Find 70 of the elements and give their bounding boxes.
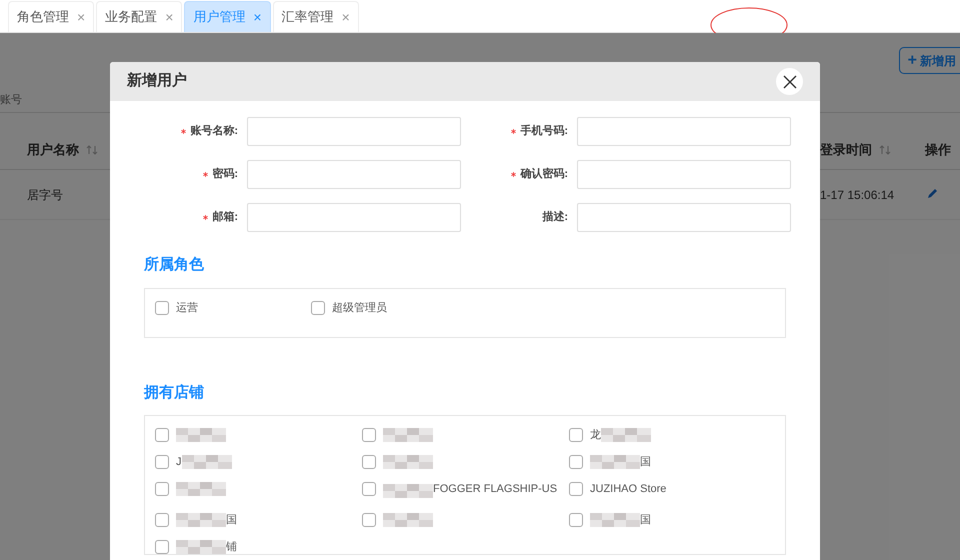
table-cell-text: 居字号: [27, 187, 63, 204]
pixelated-block: [176, 482, 226, 496]
pixelated-block: [182, 455, 232, 469]
input-field[interactable]: [247, 117, 461, 146]
field-label: 邮箱:: [212, 210, 238, 226]
checkbox[interactable]: [155, 300, 169, 314]
close-button[interactable]: [776, 68, 803, 95]
option-label[interactable]: JUZIHAO Store: [590, 482, 666, 496]
asterisk-icon: [511, 129, 516, 134]
pixelated-block: [601, 428, 651, 442]
field-label: 确认密码:: [520, 166, 568, 182]
input-field[interactable]: [577, 203, 791, 232]
filter-label: 账号: [0, 92, 22, 108]
checkbox[interactable]: [362, 428, 376, 442]
checkbox[interactable]: [362, 513, 376, 527]
checkbox[interactable]: [569, 513, 583, 527]
input-field[interactable]: [577, 160, 791, 189]
column-header: 操作: [925, 141, 951, 159]
checkbox[interactable]: [362, 455, 376, 469]
checkbox[interactable]: [155, 482, 169, 496]
checkbox[interactable]: [362, 482, 376, 496]
field-label: 描述:: [542, 210, 568, 226]
field-label: 密码:: [212, 166, 238, 182]
option-label[interactable]: 超级管理员: [332, 300, 387, 314]
pencil-icon[interactable]: [927, 187, 939, 199]
checkbox[interactable]: [155, 455, 169, 469]
option-label[interactable]: 国: [226, 513, 237, 527]
option-label[interactable]: J: [176, 455, 182, 469]
input-field[interactable]: [247, 160, 461, 189]
option-label[interactable]: FOGGER FLAGSHIP-US: [433, 478, 563, 500]
checkbox[interactable]: [569, 482, 583, 496]
tab[interactable]: 角色管理 ×: [8, 1, 94, 32]
asterisk-icon: [181, 129, 186, 134]
option-label[interactable]: 铺: [226, 540, 237, 554]
section-title: 所属角色: [144, 255, 205, 275]
checkbox[interactable]: [155, 540, 169, 554]
checkbox[interactable]: [311, 300, 325, 314]
asterisk-icon: [203, 172, 208, 177]
field-label: 账号名称:: [190, 124, 238, 140]
checkbox[interactable]: [155, 428, 169, 442]
pixelated-block: [176, 428, 226, 442]
field-label: 手机号码:: [520, 124, 568, 140]
checkbox[interactable]: [569, 455, 583, 469]
sort-icon[interactable]: [878, 144, 892, 155]
pixelated-block: [383, 455, 433, 469]
table-cell-text: 1-17 15:06:14: [820, 187, 894, 204]
close-icon: [782, 74, 796, 88]
section-title: 拥有店铺: [144, 382, 205, 402]
tab[interactable]: 汇率管理 ×: [272, 1, 359, 32]
column-header: 登录时间: [820, 141, 872, 159]
asterisk-icon: [203, 215, 208, 220]
option-label[interactable]: 龙: [590, 428, 601, 442]
pixelated-block: [176, 513, 226, 527]
checkbox[interactable]: [155, 513, 169, 527]
asterisk-icon: [511, 172, 516, 177]
pixelated-block: [590, 455, 640, 469]
pixelated-block: [383, 428, 433, 442]
option-label[interactable]: 国: [640, 455, 651, 469]
column-header: 用户名称: [27, 141, 79, 159]
option-label[interactable]: 国: [640, 513, 651, 527]
dialog-title: 新增用户: [127, 71, 187, 92]
pixelated-block: [383, 513, 433, 527]
checkbox[interactable]: [569, 428, 583, 442]
sort-icon[interactable]: [85, 144, 99, 155]
input-field[interactable]: [577, 117, 791, 146]
pixelated-block: [383, 484, 433, 498]
tab[interactable]: 业务配置 ×: [96, 1, 182, 32]
input-field[interactable]: [247, 203, 461, 232]
option-label[interactable]: 运营: [176, 300, 198, 314]
pixelated-block: [590, 513, 640, 527]
